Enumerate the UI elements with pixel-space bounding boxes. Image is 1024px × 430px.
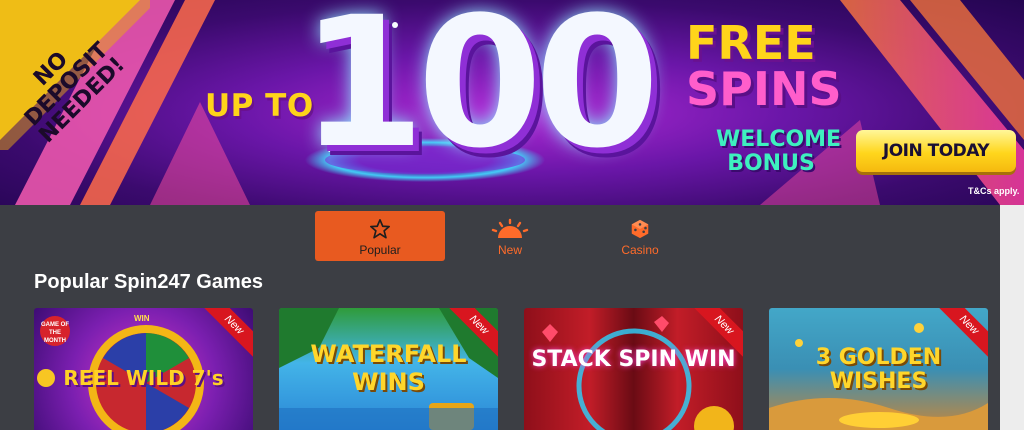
- tab-popular-label: Popular: [359, 243, 401, 257]
- tab-new[interactable]: New: [445, 211, 575, 261]
- terms-label: T&Cs apply.: [968, 186, 1020, 196]
- games-panel: Popular New Casino Popular Spin247 Games…: [0, 205, 1000, 430]
- tab-popular[interactable]: Popular: [315, 211, 445, 261]
- tab-casino-label: Casino: [621, 243, 659, 257]
- page-margin: [1000, 205, 1024, 430]
- spins-label: SPINS: [686, 62, 842, 116]
- game-title: 3 GOLDEN WISHES: [815, 345, 942, 394]
- game-title: WATERFALL WINS: [310, 340, 467, 396]
- star-icon: [370, 219, 390, 239]
- game-of-the-month-badge: GAME OF THE MONTH: [40, 316, 70, 346]
- game-title: REEL WILD 7's: [63, 366, 224, 390]
- free-label: FREE: [686, 16, 816, 70]
- game-title: STACK SPIN WIN: [531, 347, 736, 372]
- game-card-reel-wild-7s[interactable]: GAME OF THE MONTH WIN REEL WILD 7's New: [34, 308, 253, 430]
- dice-icon: [631, 219, 649, 239]
- tab-new-label: New: [497, 243, 522, 257]
- sunrise-icon: [491, 218, 529, 238]
- game-card-3-golden-wishes[interactable]: 3 GOLDEN WISHES New: [769, 308, 988, 430]
- up-to-label: UP TO: [205, 88, 314, 124]
- section-title: Popular Spin247 Games: [34, 271, 263, 293]
- join-today-button[interactable]: JOIN TODAY: [856, 130, 1016, 172]
- welcome-bonus-label: WELCOME BONUS: [716, 127, 842, 176]
- promo-banner[interactable]: NO DEPOSIT NEEDED! UP TO 100 FREE SPINS …: [0, 0, 1024, 205]
- win-label: WIN: [134, 314, 150, 323]
- spins-amount: 100: [300, 0, 660, 188]
- game-card-waterfall-wins[interactable]: WATERFALL WINS New: [279, 308, 498, 430]
- tab-casino[interactable]: Casino: [575, 211, 705, 261]
- game-card-stack-spin-win[interactable]: STACK SPIN WIN New: [524, 308, 743, 430]
